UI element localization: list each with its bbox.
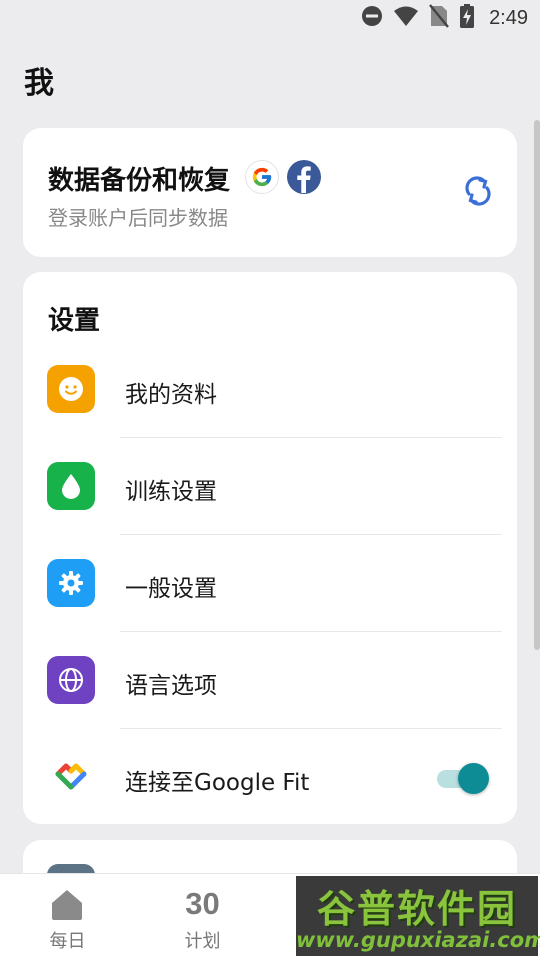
backup-card[interactable]: 数据备份和恢复 登录账户后同步数据 [23,128,517,257]
setting-label: 我的资料 [125,382,217,408]
settings-header: 设置 [48,306,101,336]
home-icon [52,890,82,920]
no-sim-icon [429,4,449,32]
setting-language[interactable]: 语言选项 [23,632,517,729]
setting-training[interactable]: 训练设置 [23,438,517,535]
scrollbar[interactable] [534,120,540,650]
smiley-icon [47,365,95,413]
gear-icon [47,559,95,607]
setting-my-profile[interactable]: 我的资料 [23,341,517,438]
setting-label: 训练设置 [125,479,217,505]
battery-charging-icon [459,4,475,32]
settings-card: 设置 我的资料 训练设置 一般设置 语言选项 连接至Google Fit [23,272,517,824]
nav-label: 计划 [184,931,221,952]
facebook-icon [287,160,321,194]
google-icon [245,160,279,194]
setting-google-fit[interactable]: 连接至Google Fit [23,729,517,826]
status-time: 2:49 [489,6,528,29]
watermark-title: 谷普软件园 [316,887,517,931]
google-fit-toggle[interactable] [437,762,489,794]
watermark: 谷普软件园 www.gupuxiazai.com [296,876,540,956]
wifi-icon [393,5,419,31]
sync-icon[interactable] [461,174,495,208]
watermark-url: www.gupuxiazai.com [296,928,540,952]
plan-number: 30 [185,886,220,921]
setting-general[interactable]: 一般设置 [23,535,517,632]
backup-title: 数据备份和恢复 [48,166,231,196]
nav-plan[interactable]: 30 计划 [135,874,270,960]
backup-subtitle: 登录账户后同步数据 [48,206,228,230]
nav-label: 每日 [49,931,86,952]
drop-icon [47,462,95,510]
google-fit-icon [47,753,95,801]
nav-daily[interactable]: 每日 [0,874,135,960]
do-not-disturb-icon [361,5,383,31]
toggle-knob [458,763,489,794]
globe-icon [47,656,95,704]
setting-label: 连接至Google Fit [125,770,310,796]
page-title: 我 [24,66,54,101]
status-bar: 2:49 [0,0,540,36]
setting-label: 一般设置 [125,576,217,602]
settings-list: 我的资料 训练设置 一般设置 语言选项 连接至Google Fit [23,341,517,826]
setting-label: 语言选项 [125,673,217,699]
